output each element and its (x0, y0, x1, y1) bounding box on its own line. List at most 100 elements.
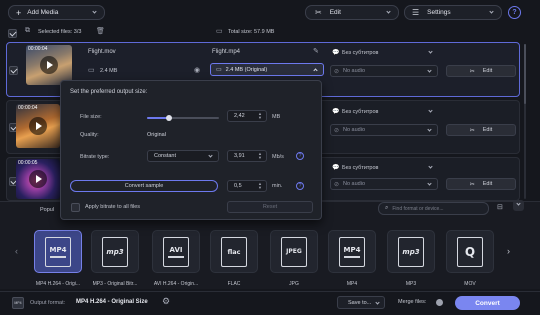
add-media-button[interactable]: + Add Media (8, 5, 105, 20)
format-tile-mp4[interactable]: MP4 (328, 230, 376, 273)
help-icon[interactable]: ? (296, 182, 304, 190)
file-size-slider[interactable] (147, 115, 219, 121)
subtitles-dropdown[interactable]: 💬 Без субтитров (330, 106, 438, 118)
format-tile-flac[interactable]: flac (210, 230, 258, 273)
convert-label: Convert (475, 299, 500, 307)
merge-files-toggle[interactable] (436, 299, 443, 306)
play-icon[interactable] (29, 170, 47, 188)
format-label: AVI H.264 - Origin... (153, 281, 199, 287)
subtitles-dropdown[interactable]: 💬 Без субтитров (330, 47, 438, 59)
scissors-icon: ✂ (469, 181, 475, 188)
file-size-input[interactable]: 2,42 ▲ ▼ (227, 110, 267, 122)
select-all-checkbox[interactable] (8, 29, 17, 38)
scrollbar-thumb[interactable] (524, 44, 526, 104)
subtitles-label: Без субтитров (342, 109, 379, 115)
chevron-down-icon (516, 201, 521, 206)
total-size-label: Total size: 57.9 MB (228, 29, 275, 35)
pencil-icon[interactable]: ✎ (313, 47, 319, 55)
eye-icon[interactable]: ◉ (194, 66, 200, 74)
file-size-value: 2,42 (234, 113, 245, 119)
spinner-arrows-icon[interactable]: ▲ ▼ (258, 182, 262, 190)
play-icon[interactable] (40, 56, 58, 74)
mp3-icon: mp3 (398, 236, 424, 267)
file-list-scrollbar[interactable] (524, 44, 526, 199)
timecode: 00:00:05 (18, 160, 38, 166)
file-icon: ▭ (216, 67, 222, 73)
chevron-up-icon (313, 68, 318, 73)
format-tile-mp3-original[interactable]: mp3 (91, 230, 139, 273)
help-icon[interactable]: ? (296, 152, 304, 160)
tab-popular[interactable]: Popul (40, 207, 54, 213)
edit-file-button[interactable]: ✂ Edit (446, 65, 516, 77)
subtitles-label: Без субтитров (342, 165, 379, 171)
format-tile-jpg[interactable]: JPEG (270, 230, 318, 273)
audio-label: No audio (343, 181, 366, 187)
save-to-button[interactable]: Save to... (337, 296, 385, 309)
settings-button[interactable]: ☰ Settings (404, 5, 502, 20)
chevron-right-icon[interactable]: › (507, 246, 510, 256)
no-audio-icon: ⊘ (334, 128, 340, 134)
expand-panel-icon[interactable]: ⊟ (497, 203, 503, 211)
gear-icon[interactable]: ⚙ (162, 296, 170, 307)
jpeg-icon: JPEG (281, 236, 307, 267)
source-filename: Flight.mov (88, 49, 116, 55)
video-thumbnail[interactable]: 00:00:04 (26, 45, 72, 85)
reset-button[interactable]: Reset (227, 201, 313, 213)
video-thumbnail[interactable]: 00:00:05 (16, 159, 60, 199)
format-tile-mp3[interactable]: mp3 (387, 230, 435, 273)
format-tile-mp4-h264[interactable]: MP4 (34, 230, 82, 273)
chevron-left-icon[interactable]: ‹ (15, 246, 18, 256)
flac-icon: flac (221, 236, 247, 267)
convert-sample-button[interactable]: Convert sample (70, 180, 218, 192)
avi-icon: AVI (163, 236, 189, 267)
audio-label: No audio (343, 68, 366, 74)
audio-label: No audio (343, 127, 366, 133)
mp4-icon: MP4 (45, 236, 71, 267)
mp4-icon: MP4 (339, 236, 365, 267)
subtitles-dropdown[interactable]: 💬 Без субтитров (330, 162, 438, 174)
trash-icon[interactable]: 🗑 (96, 27, 105, 35)
audio-dropdown[interactable]: ⊘ No audio (330, 65, 438, 77)
edit-file-label: Edit (482, 68, 493, 74)
search-icon: ⌕ (385, 205, 389, 211)
output-size-dropdown[interactable]: ▭ 2.4 MB (Original) (210, 63, 324, 76)
bitrate-type-dropdown[interactable]: Constant (147, 150, 219, 162)
scissors-icon: ✂ (315, 8, 322, 17)
file-checkbox[interactable] (9, 66, 18, 75)
format-label: FLAC (227, 281, 241, 287)
audio-dropdown[interactable]: ⊘ No audio (330, 178, 438, 190)
help-label: ? (512, 9, 517, 16)
help-button[interactable]: ? (508, 6, 521, 19)
play-icon[interactable] (29, 117, 47, 135)
output-filename[interactable]: Flight.mp4 (212, 49, 240, 55)
slider-handle[interactable] (165, 115, 172, 121)
sample-length-input[interactable]: 0,5 ▲ ▼ (227, 180, 267, 192)
edit-file-label: Edit (482, 127, 493, 133)
format-search-input[interactable]: ⌕ Find format or device... (378, 202, 489, 215)
format-label: JPG (289, 281, 299, 287)
settings-label: Settings (427, 9, 451, 16)
format-tile-avi[interactable]: AVI (152, 230, 200, 273)
file-size-unit: MB (272, 114, 281, 120)
spinner-arrows-icon[interactable]: ▲ ▼ (258, 152, 262, 160)
convert-button[interactable]: Convert (455, 296, 520, 310)
output-format-value: MP4 H.264 - Original Size (76, 299, 148, 305)
apply-all-checkbox[interactable] (71, 203, 80, 212)
quicktime-icon: Q (457, 236, 483, 267)
edit-file-button[interactable]: ✂ Edit (446, 124, 516, 136)
bitrate-input[interactable]: 3,91 ▲ ▼ (227, 150, 267, 162)
video-thumbnail[interactable]: 00:00:04 (16, 104, 60, 148)
no-audio-icon: ⊘ (334, 69, 340, 75)
collapse-panel-button[interactable] (513, 200, 524, 211)
copy-icon[interactable]: ⧉ (25, 27, 30, 35)
spinner-arrows-icon[interactable]: ▲ ▼ (258, 112, 262, 120)
edit-button[interactable]: ✂ Edit (305, 5, 399, 20)
bitrate-type-value: Constant (154, 153, 177, 159)
scissors-icon: ✂ (469, 68, 475, 75)
audio-dropdown[interactable]: ⊘ No audio (330, 124, 438, 136)
edit-file-label: Edit (482, 181, 493, 187)
edit-file-button[interactable]: ✂ Edit (446, 178, 516, 190)
speech-bubble-icon: 💬 (332, 109, 340, 115)
format-tile-mov[interactable]: Q (446, 230, 494, 273)
output-size-label: 2.4 MB (Original) (225, 66, 268, 73)
